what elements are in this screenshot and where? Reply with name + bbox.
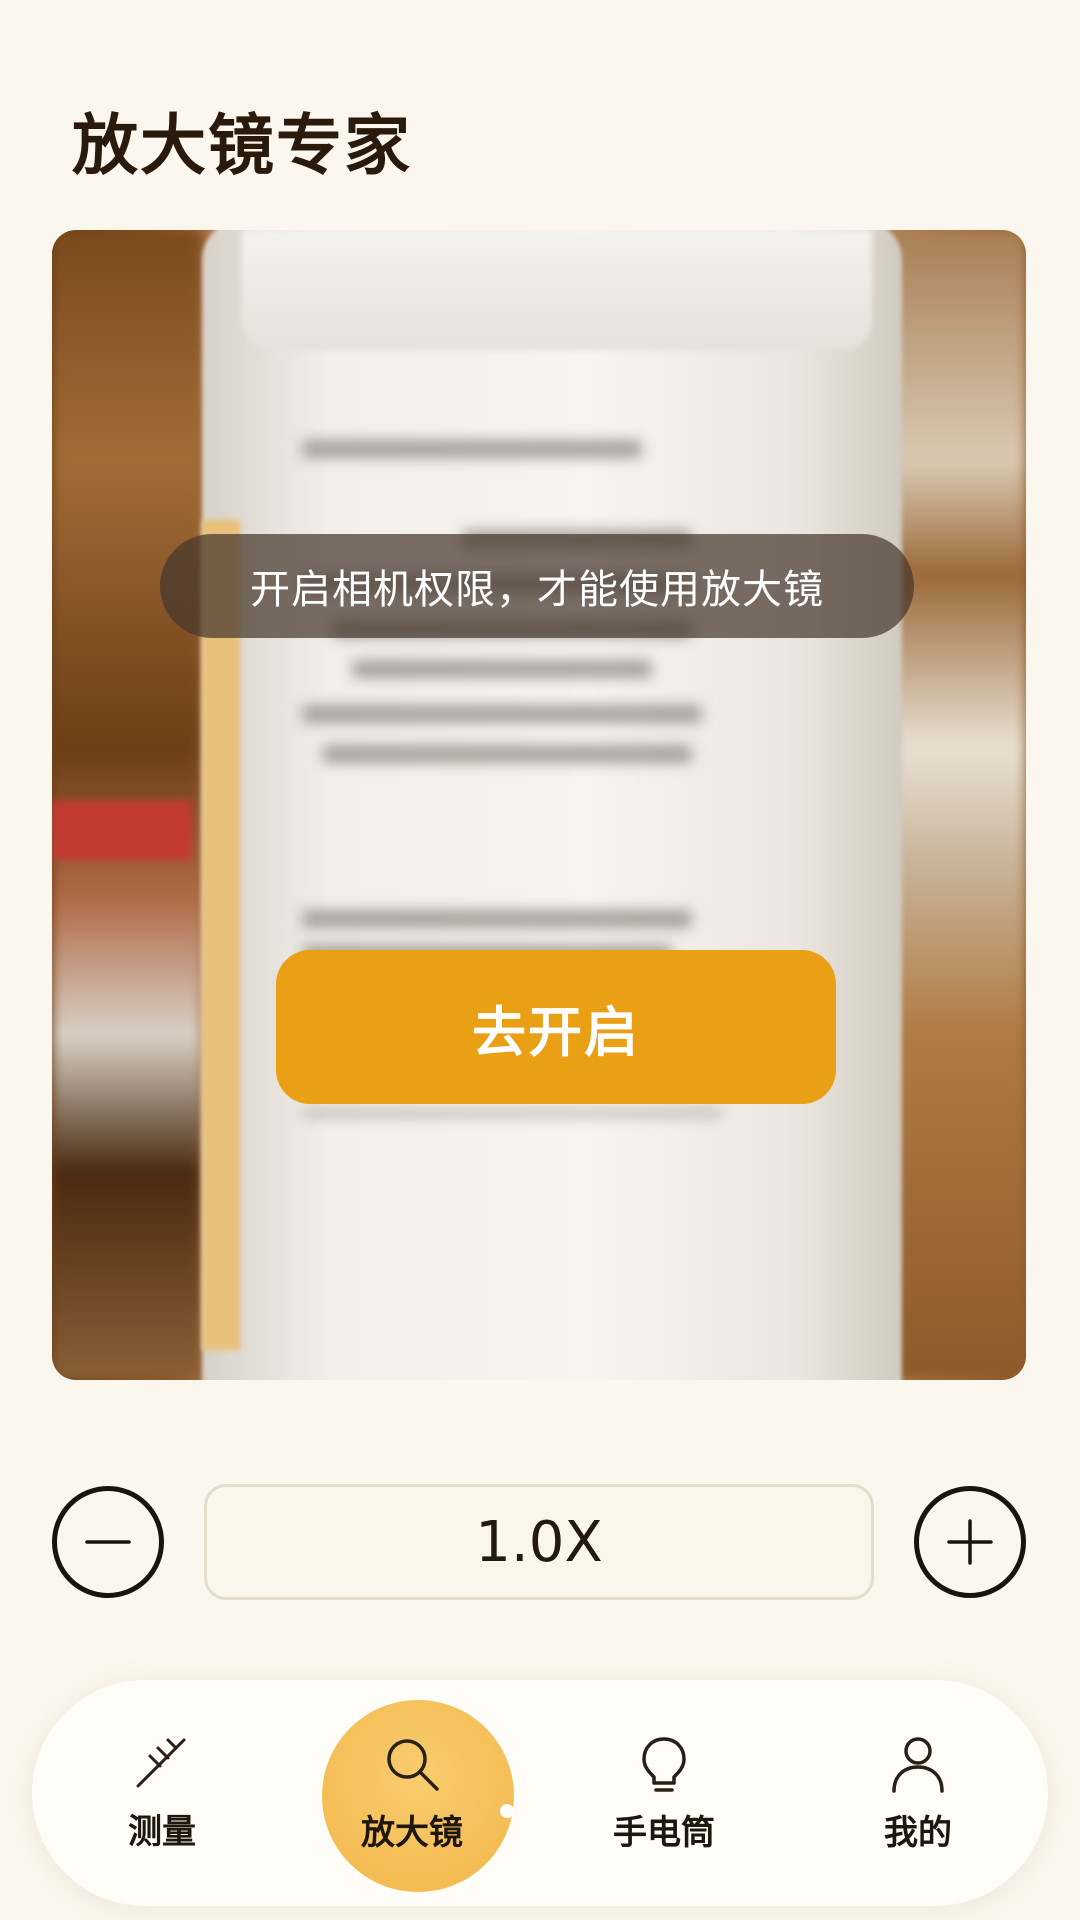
background-shelf-right (886, 230, 1026, 1380)
camera-preview: 开启相机权限，才能使用放大镜 去开启 (52, 230, 1026, 1380)
plus-icon (947, 1519, 993, 1565)
zoom-in-button[interactable] (914, 1486, 1026, 1598)
open-permission-button[interactable]: 去开启 (276, 950, 836, 1104)
camera-permission-message: 开启相机权限，才能使用放大镜 (160, 534, 914, 638)
tab-measure[interactable]: 测量 (62, 1680, 262, 1906)
tab-magnifier[interactable]: 放大镜 (312, 1680, 514, 1906)
minus-icon (85, 1540, 131, 1544)
zoom-level-display: 1.0X (204, 1484, 874, 1600)
ruler-icon (136, 1738, 186, 1787)
blurred-text (322, 745, 692, 763)
lightbulb-icon (642, 1736, 686, 1792)
tab-flashlight-label: 手电筒 (613, 1812, 715, 1853)
blurred-bottle-cap (242, 230, 872, 350)
tab-measure-label: 测量 (128, 1811, 196, 1852)
blurred-text (302, 910, 692, 928)
tab-magnifier-label: 放大镜 (361, 1812, 463, 1853)
active-indicator-dot (500, 1804, 514, 1818)
blurred-bottle (202, 230, 902, 1380)
magnifier-icon (387, 1738, 439, 1791)
tab-mine-label: 我的 (884, 1812, 952, 1853)
blurred-text (302, 1110, 722, 1116)
blurred-text (302, 705, 702, 723)
blurred-text (302, 440, 642, 458)
bottle-label-strip (202, 520, 240, 1350)
app-title: 放大镜专家 (72, 107, 412, 184)
zoom-out-button[interactable] (52, 1486, 164, 1598)
user-icon (892, 1736, 944, 1793)
tab-mine[interactable]: 我的 (818, 1680, 1018, 1906)
active-tab-highlight (322, 1700, 514, 1892)
background-object (52, 800, 192, 860)
tab-flashlight[interactable]: 手电筒 (564, 1680, 764, 1906)
bottom-navigation: 测量 放大镜 手电筒 我的 (32, 1680, 1048, 1906)
blurred-text (352, 660, 652, 678)
